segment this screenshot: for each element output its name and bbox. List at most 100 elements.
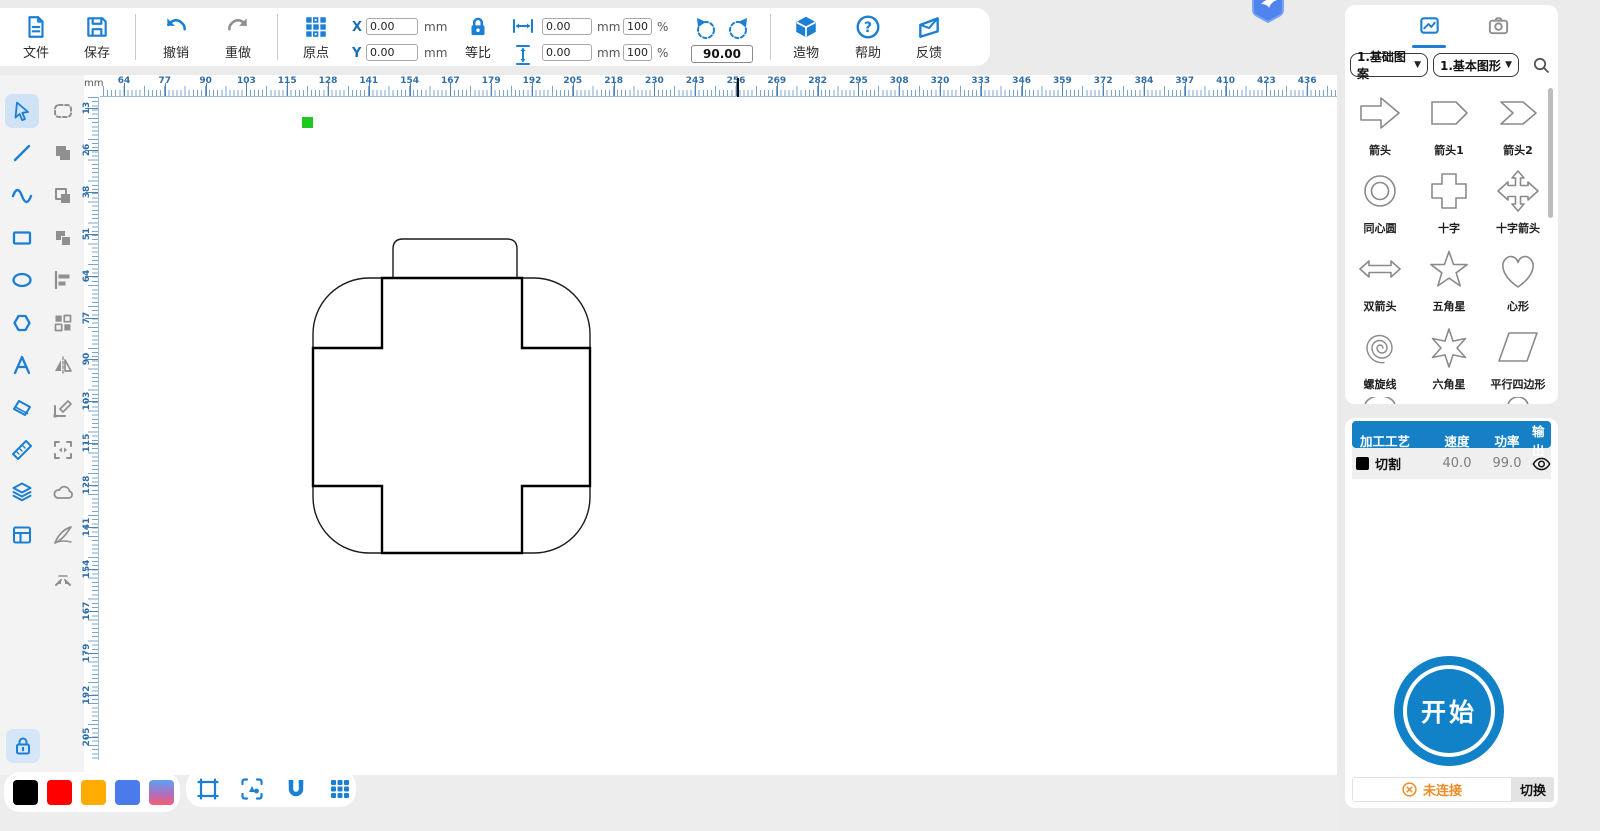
text-tool[interactable] bbox=[5, 348, 39, 382]
shape-item-partial[interactable] bbox=[1356, 397, 1404, 404]
wave-icon bbox=[11, 188, 33, 204]
canvas[interactable] bbox=[84, 75, 1337, 775]
proportional-lock-button[interactable]: 等比 bbox=[454, 14, 502, 62]
ruler-icon bbox=[12, 440, 32, 460]
tab-camera[interactable] bbox=[1478, 14, 1518, 48]
mirror-tool[interactable] bbox=[46, 348, 80, 382]
union-icon bbox=[56, 146, 70, 160]
width-percent-input[interactable] bbox=[623, 18, 652, 35]
assistant-badge-icon[interactable] bbox=[1245, 0, 1291, 24]
height-unit: mm bbox=[597, 46, 621, 60]
rotate-cw-button[interactable] bbox=[726, 16, 750, 42]
shape-item-concentric-circle[interactable]: 同心圆 bbox=[1349, 167, 1411, 236]
chevron-down-icon: ▼ bbox=[1505, 60, 1512, 70]
shape-item-arrow1[interactable]: 箭头1 bbox=[1418, 89, 1480, 158]
artboard-frame-button[interactable] bbox=[195, 776, 221, 802]
laser-position-marker[interactable] bbox=[302, 117, 313, 128]
align-tool[interactable] bbox=[46, 263, 80, 297]
output-visibility-toggle[interactable] bbox=[1532, 456, 1551, 472]
color-swatch-gradient[interactable] bbox=[149, 779, 174, 805]
search-icon[interactable] bbox=[1533, 57, 1550, 74]
shape-item-cross[interactable]: 十字 bbox=[1418, 167, 1480, 236]
shape-item-star6[interactable]: 六角星 bbox=[1418, 323, 1480, 392]
height-percent-input[interactable] bbox=[623, 44, 652, 61]
ellipse-tool[interactable] bbox=[5, 263, 39, 297]
rotate-ccw-button[interactable] bbox=[694, 16, 718, 42]
shape-item-partial[interactable] bbox=[1494, 397, 1542, 404]
node-edit-tool[interactable] bbox=[46, 391, 80, 425]
shape-library-scrollbar[interactable] bbox=[1548, 88, 1553, 218]
cloud-tool[interactable] bbox=[46, 475, 80, 509]
undo-icon bbox=[167, 18, 186, 31]
layout-tool[interactable] bbox=[5, 518, 39, 552]
subtract-tool[interactable] bbox=[46, 179, 80, 213]
active-tab-underline bbox=[1412, 45, 1446, 48]
file-button[interactable]: 文件 bbox=[12, 14, 60, 62]
shape-item-arrow[interactable]: 箭头 bbox=[1349, 89, 1411, 158]
rectangle-tool[interactable] bbox=[5, 221, 39, 255]
frame-tool[interactable] bbox=[46, 433, 80, 467]
layers-tool[interactable] bbox=[5, 475, 39, 509]
rotation-input[interactable] bbox=[691, 45, 753, 63]
canvas-lock-button[interactable] bbox=[6, 729, 40, 763]
redo-button[interactable]: 重做 bbox=[214, 14, 262, 62]
snap-magnet-button[interactable] bbox=[283, 776, 309, 802]
color-swatch-orange[interactable] bbox=[81, 779, 106, 805]
collapse-panel-button[interactable] bbox=[46, 560, 80, 594]
marquee-select-tool[interactable] bbox=[46, 94, 80, 128]
toolbar-divider bbox=[770, 14, 771, 60]
undo-button[interactable]: 撤销 bbox=[152, 14, 200, 62]
shape-item-arrow2[interactable]: 箭头2 bbox=[1487, 89, 1549, 158]
canvas-object-box-design[interactable] bbox=[300, 230, 600, 560]
x-input[interactable] bbox=[366, 18, 418, 35]
category-dropdown[interactable]: 1.基础图案 ▼ bbox=[1350, 50, 1428, 81]
shape-item-double-arrow[interactable]: 双箭头 bbox=[1349, 245, 1411, 314]
width-unit: mm bbox=[597, 20, 621, 34]
process-table-row[interactable]: 切割 40.0 99.0 bbox=[1352, 448, 1551, 479]
canvas-tools-pill bbox=[186, 770, 356, 807]
vertical-ruler: 13 26 38 51 64 77 90 103 115 128 141 154 167 179 192 20… bbox=[82, 97, 99, 760]
process-table: 加工工艺 速度 功率 输出 切割 40.0 99.0 bbox=[1352, 421, 1551, 479]
save-button[interactable]: 保存 bbox=[73, 14, 121, 62]
curve-tool[interactable] bbox=[5, 179, 39, 213]
layers-icon bbox=[12, 482, 32, 502]
line-icon bbox=[13, 144, 31, 162]
height-input[interactable] bbox=[542, 44, 592, 61]
node-pen-icon bbox=[53, 400, 72, 418]
create-button[interactable]: 造物 bbox=[782, 14, 830, 62]
color-swatch-red[interactable] bbox=[47, 779, 72, 805]
tab-gallery[interactable] bbox=[1409, 14, 1449, 48]
width-input[interactable] bbox=[542, 18, 592, 35]
color-swatch-black[interactable] bbox=[13, 779, 38, 805]
switch-device-button[interactable]: 切换 bbox=[1512, 777, 1554, 802]
shape-item-parallelogram[interactable]: 平行四边形 bbox=[1487, 323, 1549, 392]
save-icon bbox=[87, 17, 107, 37]
eraser-tool[interactable] bbox=[5, 391, 39, 425]
select-tool[interactable] bbox=[5, 94, 39, 128]
feedback-button[interactable]: 反馈 bbox=[905, 14, 953, 62]
grid-toggle-button[interactable] bbox=[327, 776, 353, 802]
origin-button[interactable]: 原点 bbox=[292, 14, 340, 62]
union-tool[interactable] bbox=[46, 136, 80, 170]
width-icon bbox=[513, 19, 533, 33]
pen-tool[interactable] bbox=[46, 518, 80, 552]
distribute-tool[interactable] bbox=[46, 306, 80, 340]
y-input[interactable] bbox=[366, 44, 418, 61]
process-table-header: 加工工艺 速度 功率 输出 bbox=[1352, 421, 1551, 458]
shape-item-spiral[interactable]: 螺旋线 bbox=[1349, 323, 1411, 392]
toolbar-divider bbox=[277, 14, 278, 60]
polygon-tool[interactable] bbox=[5, 306, 39, 340]
help-button[interactable]: ? 帮助 bbox=[844, 14, 892, 62]
shape-item-heart[interactable]: 心形 bbox=[1487, 245, 1549, 314]
line-tool[interactable] bbox=[5, 136, 39, 170]
color-swatch-blue[interactable] bbox=[115, 779, 140, 805]
intersect-tool[interactable] bbox=[46, 221, 80, 255]
start-button[interactable]: 开始 bbox=[1394, 656, 1504, 766]
measure-tool[interactable] bbox=[5, 433, 39, 467]
subcategory-dropdown[interactable]: 1.基本图形 ▼ bbox=[1433, 53, 1519, 77]
shape-item-star5[interactable]: 五角星 bbox=[1418, 245, 1480, 314]
select-objects-button[interactable] bbox=[239, 776, 265, 802]
layer-color-swatch[interactable] bbox=[1356, 457, 1369, 470]
gallery-icon bbox=[1419, 17, 1439, 34]
shape-item-cross-arrow[interactable]: 十字箭头 bbox=[1487, 167, 1549, 236]
